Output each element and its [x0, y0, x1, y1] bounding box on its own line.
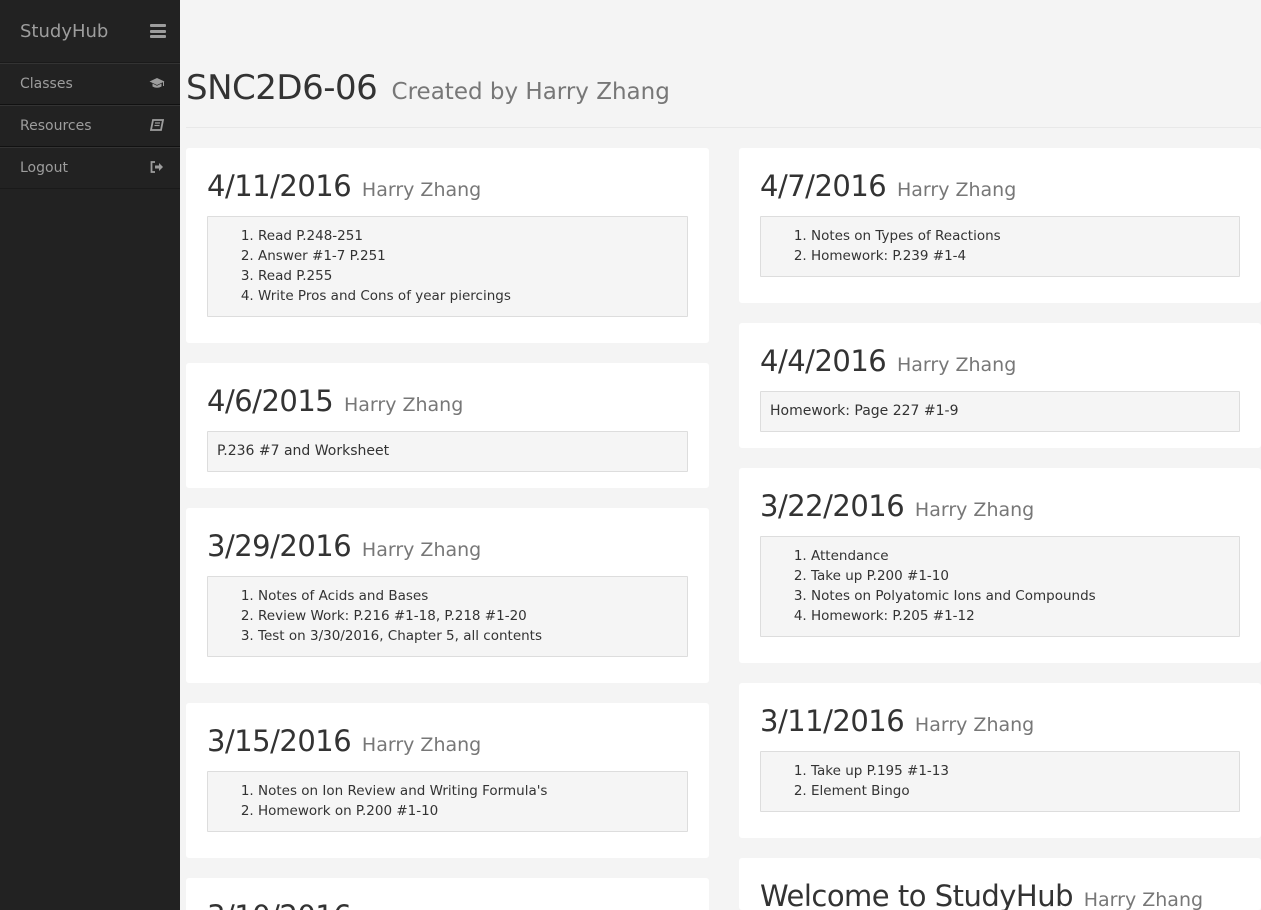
post-card: 3/29/2016 Harry Zhang Notes of Acids and… [186, 508, 709, 683]
post-card: 4/6/2015 Harry Zhang P.236 #7 and Worksh… [186, 363, 709, 488]
post-title: 4/4/2016 Harry Zhang [760, 343, 1240, 383]
post-author: Harry Zhang [896, 179, 1017, 201]
post-title: 3/22/2016 Harry Zhang [760, 488, 1240, 528]
list-item: Read P.248-251 [258, 226, 678, 246]
main-content: SNC2D6-06 Created by Harry Zhang 4/11/20… [186, 0, 1261, 910]
post-title: Welcome to StudyHub Harry Zhang [760, 878, 1240, 910]
post-author: Harry Zhang [361, 179, 482, 201]
sidebar: StudyHub Classes Resources Logout [0, 0, 180, 910]
post-task-list: Notes on Ion Review and Writing Formula'… [242, 781, 678, 821]
post-body: Notes of Acids and Bases Review Work: P.… [207, 576, 688, 657]
post-date: 4/7/2016 [760, 169, 887, 203]
page-header: SNC2D6-06 Created by Harry Zhang [186, 68, 1261, 128]
list-item: Answer #1-7 P.251 [258, 246, 678, 266]
post-title: 4/11/2016 Harry Zhang [207, 168, 688, 208]
post-date: 3/29/2016 [207, 529, 352, 563]
post-title: 4/6/2015 Harry Zhang [207, 383, 688, 423]
sidebar-item-classes[interactable]: Classes [0, 63, 180, 105]
sidebar-item-resources[interactable]: Resources [0, 105, 180, 147]
sign-out-icon [149, 160, 165, 176]
post-card: 4/11/2016 Harry Zhang Read P.248-251 Ans… [186, 148, 709, 343]
post-task-list: Read P.248-251 Answer #1-7 P.251 Read P.… [242, 226, 678, 306]
post-title: 3/11/2016 Harry Zhang [760, 703, 1240, 743]
post-card: 3/15/2016 Harry Zhang Notes on Ion Revie… [186, 703, 709, 858]
sidebar-item-logout[interactable]: Logout [0, 147, 180, 189]
list-item: Homework on P.200 #1-10 [258, 801, 678, 821]
post-title: 3/15/2016 Harry Zhang [207, 723, 688, 763]
post-text: P.236 #7 and Worksheet [217, 443, 390, 459]
list-item: Test on 3/30/2016, Chapter 5, all conten… [258, 626, 678, 646]
post-card: 4/4/2016 Harry Zhang Homework: Page 227 … [739, 323, 1261, 448]
post-date: 3/22/2016 [760, 489, 905, 523]
post-body: Take up P.195 #1-13 Element Bingo [760, 751, 1240, 812]
list-item: Notes on Polyatomic Ions and Compounds [811, 586, 1230, 606]
list-item: Attendance [811, 546, 1230, 566]
post-author: Harry Zhang [361, 539, 482, 561]
class-name: SNC2D6-06 [186, 68, 378, 108]
post-date: 4/4/2016 [760, 344, 887, 378]
post-title: 3/10/2016 [207, 898, 688, 910]
post-card: Welcome to StudyHub Harry Zhang [739, 858, 1261, 910]
post-author: Harry Zhang [914, 499, 1035, 521]
post-text: Homework: Page 227 #1-9 [770, 403, 959, 419]
list-item: Write Pros and Cons of year piercings [258, 286, 678, 306]
list-item: Review Work: P.216 #1-18, P.218 #1-20 [258, 606, 678, 626]
post-author: Harry Zhang [361, 734, 482, 756]
brand-logo[interactable]: StudyHub [20, 21, 108, 42]
list-item: Read P.255 [258, 266, 678, 286]
page-subtitle: Created by Harry Zhang [391, 79, 670, 105]
post-body: Notes on Types of Reactions Homework: P.… [760, 216, 1240, 277]
sidebar-item-label: Logout [20, 160, 68, 176]
post-card: 4/7/2016 Harry Zhang Notes on Types of R… [739, 148, 1261, 303]
post-body: P.236 #7 and Worksheet [207, 431, 688, 472]
post-task-list: Notes of Acids and Bases Review Work: P.… [242, 586, 678, 646]
post-date: 3/11/2016 [760, 704, 905, 738]
post-task-list: Take up P.195 #1-13 Element Bingo [795, 761, 1230, 801]
post-date: Welcome to StudyHub [760, 879, 1074, 910]
list-item: Take up P.200 #1-10 [811, 566, 1230, 586]
post-date: 3/10/2016 [207, 899, 352, 910]
post-author: Harry Zhang [343, 394, 464, 416]
list-item: Homework: P.239 #1-4 [811, 246, 1230, 266]
list-item: Element Bingo [811, 781, 1230, 801]
hamburger-menu-icon[interactable] [150, 24, 166, 38]
post-body: Read P.248-251 Answer #1-7 P.251 Read P.… [207, 216, 688, 317]
post-body: Attendance Take up P.200 #1-10 Notes on … [760, 536, 1240, 637]
list-item: Take up P.195 #1-13 [811, 761, 1230, 781]
list-item: Notes on Types of Reactions [811, 226, 1230, 246]
list-item: Homework: P.205 #1-12 [811, 606, 1230, 626]
post-author: Harry Zhang [1083, 889, 1204, 910]
list-item: Notes on Ion Review and Writing Formula'… [258, 781, 678, 801]
page-title: SNC2D6-06 Created by Harry Zhang [186, 68, 1261, 108]
post-title: 3/29/2016 Harry Zhang [207, 528, 688, 568]
sidebar-header: StudyHub [0, 0, 180, 63]
sidebar-item-label: Resources [20, 118, 92, 134]
post-card: 3/11/2016 Harry Zhang Take up P.195 #1-1… [739, 683, 1261, 838]
post-author: Harry Zhang [914, 714, 1035, 736]
post-task-list: Attendance Take up P.200 #1-10 Notes on … [795, 546, 1230, 626]
graduation-cap-icon [149, 77, 165, 92]
post-task-list: Notes on Types of Reactions Homework: P.… [795, 226, 1230, 266]
list-item: Notes of Acids and Bases [258, 586, 678, 606]
post-body: Homework: Page 227 #1-9 [760, 391, 1240, 432]
post-title: 4/7/2016 Harry Zhang [760, 168, 1240, 208]
post-author: Harry Zhang [896, 354, 1017, 376]
sidebar-item-label: Classes [20, 76, 73, 92]
post-date: 4/6/2015 [207, 384, 334, 418]
post-date: 4/11/2016 [207, 169, 352, 203]
book-icon [149, 118, 165, 134]
post-card: 3/10/2016 [186, 878, 709, 910]
post-body: Notes on Ion Review and Writing Formula'… [207, 771, 688, 832]
post-date: 3/15/2016 [207, 724, 352, 758]
post-card: 3/22/2016 Harry Zhang Attendance Take up… [739, 468, 1261, 663]
